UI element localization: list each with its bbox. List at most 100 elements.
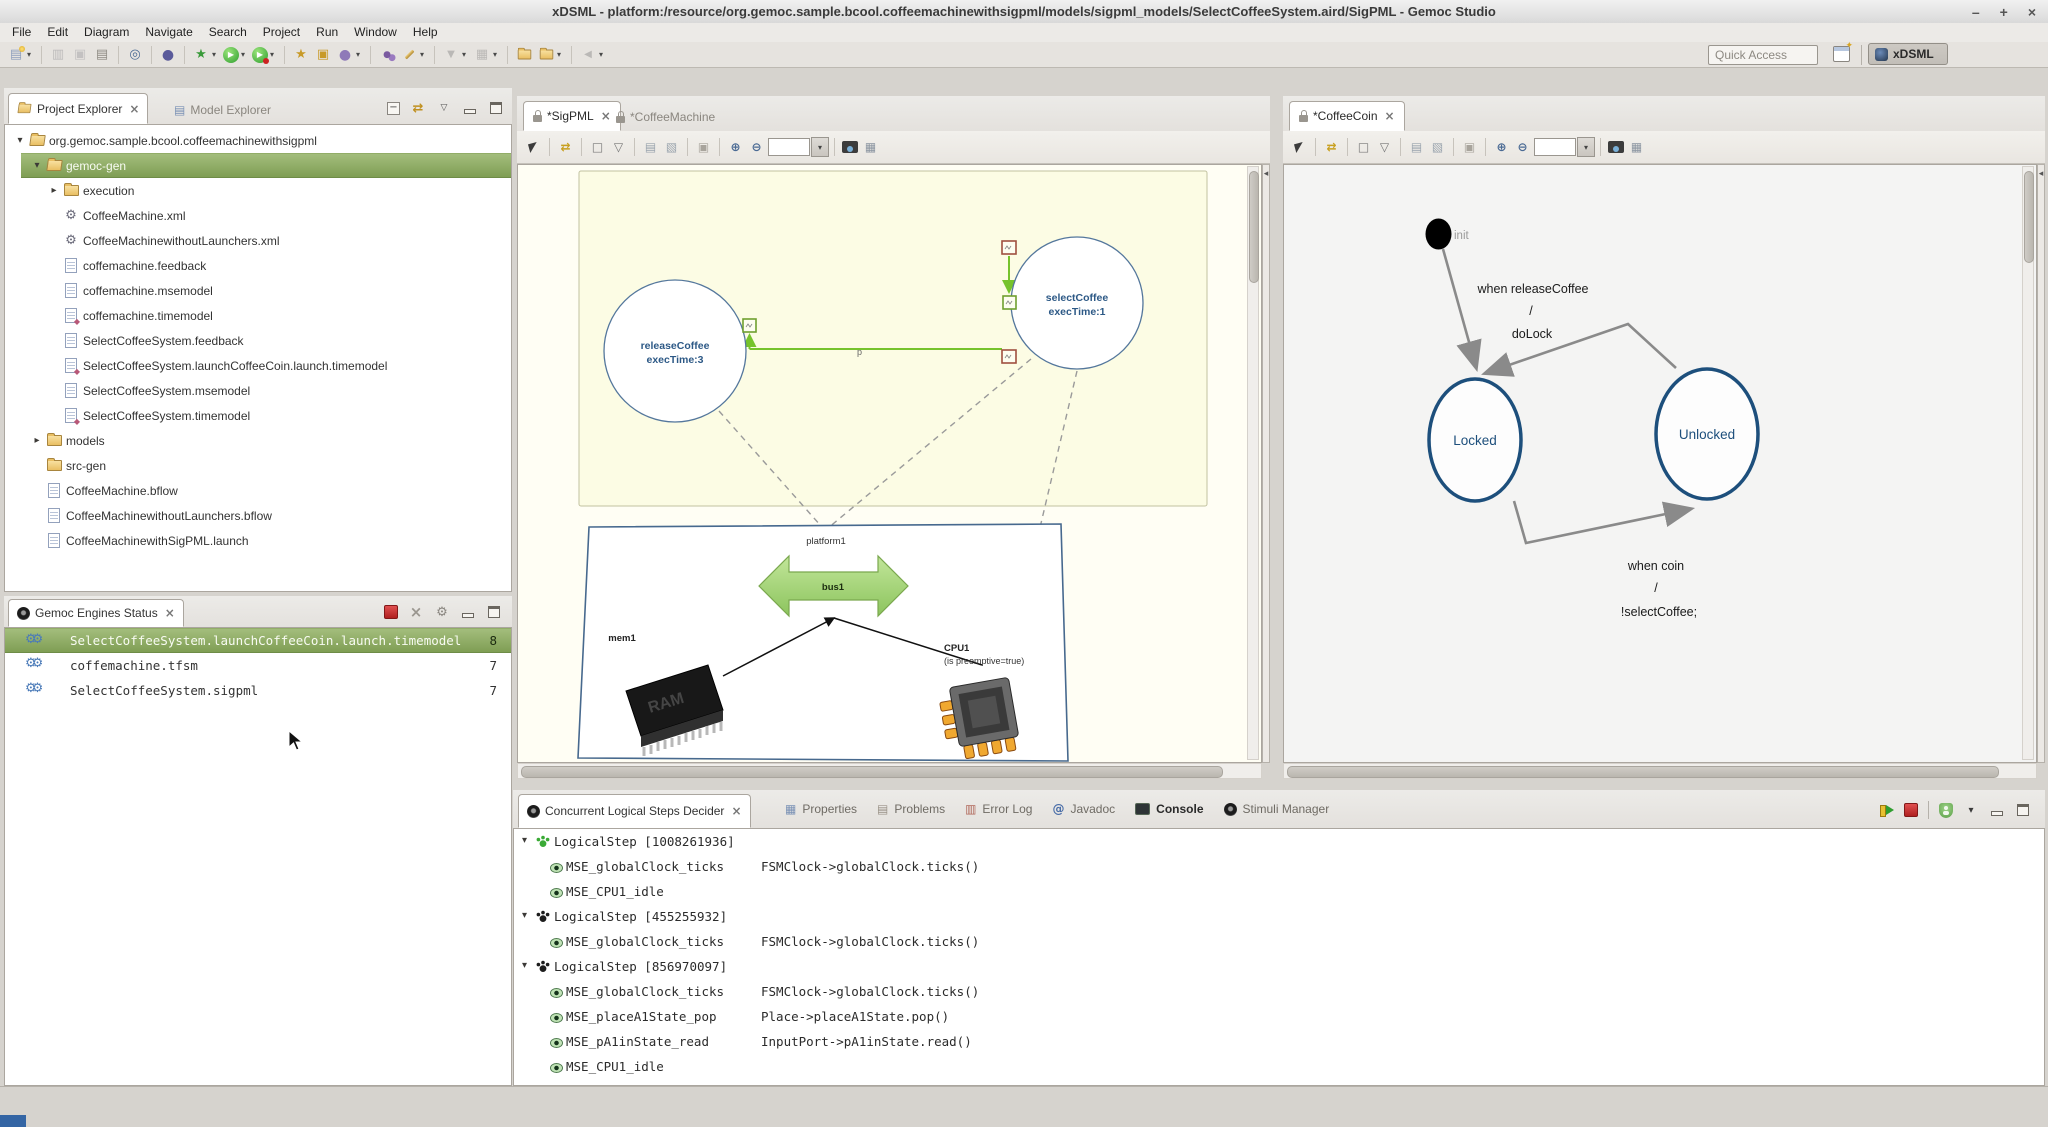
run-icon[interactable] bbox=[223, 47, 239, 63]
tab-concurrent-logical-steps-decider[interactable]: Concurrent Logical Steps Decider bbox=[518, 794, 751, 828]
logical-step-row[interactable]: ▾LogicalStep [856970097] bbox=[514, 955, 2044, 980]
sigpml-vertical-scrollbar[interactable] bbox=[1247, 166, 1259, 760]
minimize-view-icon[interactable] bbox=[1989, 802, 2005, 818]
tab-error-log[interactable]: Error Log bbox=[955, 790, 1042, 828]
tab-coffeecoin[interactable]: *CoffeeCoin bbox=[1289, 101, 1405, 131]
dropdown-caret-icon[interactable]: ▾ bbox=[493, 46, 501, 64]
tree-item[interactable]: SelectCoffeeSystem.feedback bbox=[5, 328, 511, 353]
close-icon[interactable] bbox=[731, 804, 741, 818]
mse-row[interactable]: MSE_globalClock_ticksFSMClock->globalClo… bbox=[514, 930, 2044, 955]
tree-item[interactable]: coffemachine.msemodel bbox=[5, 278, 511, 303]
tab-model-explorer[interactable]: ▤ Model Explorer bbox=[166, 95, 279, 124]
link-with-editor-icon[interactable] bbox=[410, 100, 426, 116]
maximize-view-icon[interactable] bbox=[488, 100, 504, 116]
tree-item[interactable]: models bbox=[5, 428, 511, 453]
export-image-icon[interactable] bbox=[663, 139, 680, 156]
tab-gemoc-engines-status[interactable]: Gemoc Engines Status bbox=[8, 599, 184, 627]
tree-item[interactable]: coffemachine.feedback bbox=[5, 253, 511, 278]
tree-item[interactable]: execution bbox=[5, 178, 511, 203]
expand-arrow-icon[interactable]: ▾ bbox=[522, 960, 527, 971]
step-icon[interactable] bbox=[1878, 802, 1894, 818]
logical-step-row[interactable]: ▾LogicalStep [455255932] bbox=[514, 905, 2044, 930]
tree-item[interactable]: CoffeeMachinewithoutLaunchers.xml bbox=[5, 228, 511, 253]
close-icon[interactable]: × bbox=[2028, 5, 2036, 19]
initial-state[interactable] bbox=[1426, 219, 1452, 250]
minimize-view-icon[interactable] bbox=[462, 100, 478, 116]
dropdown-caret-icon[interactable]: ▾ bbox=[241, 46, 249, 64]
zoom-out-icon[interactable] bbox=[1514, 139, 1531, 156]
menu-run[interactable]: Run bbox=[308, 23, 346, 42]
tree-item[interactable]: CoffeeMachinewithSigPML.launch bbox=[5, 528, 511, 553]
tab-project-explorer[interactable]: Project Explorer bbox=[8, 93, 148, 124]
open-folder-icon[interactable] bbox=[537, 46, 555, 64]
menu-edit[interactable]: Edit bbox=[39, 23, 76, 42]
debug-sphere-icon[interactable] bbox=[159, 46, 177, 64]
zoom-in-icon[interactable] bbox=[1493, 139, 1510, 156]
open-perspective-icon[interactable] bbox=[1833, 46, 1850, 62]
zoom-combo-caret-icon[interactable]: ▾ bbox=[1577, 137, 1595, 157]
tree-item[interactable]: src-gen bbox=[5, 453, 511, 478]
close-icon[interactable] bbox=[129, 102, 139, 116]
select-cursor-icon[interactable] bbox=[525, 139, 542, 156]
tab-properties[interactable]: Properties bbox=[775, 790, 867, 828]
expand-arrow-icon[interactable] bbox=[30, 160, 44, 171]
mse-row[interactable]: MSE_CPU1_idle bbox=[514, 880, 2044, 905]
dropdown-caret-icon[interactable]: ▾ bbox=[27, 46, 35, 64]
close-icon[interactable] bbox=[1385, 109, 1395, 123]
menu-project[interactable]: Project bbox=[255, 23, 308, 42]
debug-icon[interactable] bbox=[252, 47, 268, 63]
expand-arrow-icon[interactable] bbox=[13, 135, 27, 146]
tree-item[interactable]: CoffeeMachine.xml bbox=[5, 203, 511, 228]
dropdown-caret-icon[interactable]: ▾ bbox=[270, 46, 278, 64]
tree-item[interactable]: CoffeeMachine.bflow bbox=[5, 478, 511, 503]
minimize-icon[interactable]: – bbox=[1972, 5, 1980, 19]
tree-item[interactable]: CoffeeMachinewithoutLaunchers.bflow bbox=[5, 503, 511, 528]
collapse-all-icon[interactable] bbox=[387, 102, 400, 115]
dropdown-caret-icon[interactable]: ▾ bbox=[599, 46, 607, 64]
expand-arrow-icon[interactable] bbox=[47, 185, 61, 196]
zoom-out-icon[interactable] bbox=[748, 139, 765, 156]
snapshot-icon[interactable] bbox=[1608, 141, 1624, 153]
refresh-icon[interactable] bbox=[1323, 139, 1340, 156]
zoom-level-combo[interactable] bbox=[1534, 138, 1576, 156]
coffeecoin-canvas[interactable]: init Locked Unlocked when releaseCoffee … bbox=[1283, 164, 2037, 763]
new-folder-icon[interactable] bbox=[515, 46, 533, 64]
snapshot-icon[interactable] bbox=[842, 141, 858, 153]
engine-row[interactable]: SelectCoffeeSystem.launchCoffeeCoin.laun… bbox=[5, 628, 511, 653]
view-menu-icon[interactable] bbox=[436, 100, 452, 116]
palette-collapse-strip[interactable] bbox=[2037, 164, 2045, 763]
dropdown-caret-icon[interactable]: ▾ bbox=[356, 46, 364, 64]
refresh-icon[interactable] bbox=[557, 139, 574, 156]
dropdown-caret-icon[interactable]: ▾ bbox=[212, 46, 220, 64]
decider-shield-icon[interactable] bbox=[1939, 803, 1953, 818]
stop-icon[interactable] bbox=[1904, 803, 1918, 817]
menu-help[interactable]: Help bbox=[405, 23, 446, 42]
tree-item[interactable]: SelectCoffeeSystem.timemodel bbox=[5, 403, 511, 428]
dispose-engine-icon[interactable] bbox=[408, 604, 424, 620]
maximize-view-icon[interactable] bbox=[486, 604, 502, 620]
dispose-all-engines-icon[interactable] bbox=[434, 604, 450, 620]
menu-caret-icon[interactable] bbox=[1963, 802, 1979, 818]
export-diagram-icon[interactable] bbox=[642, 139, 659, 156]
coffeecoin-vertical-scrollbar[interactable] bbox=[2022, 166, 2034, 760]
menu-window[interactable]: Window bbox=[346, 23, 405, 42]
select-cursor-icon[interactable] bbox=[1291, 139, 1308, 156]
expand-arrow-icon[interactable] bbox=[30, 435, 44, 446]
tree-item[interactable]: SelectCoffeeSystem.launchCoffeeCoin.laun… bbox=[5, 353, 511, 378]
expand-arrow-icon[interactable]: ▾ bbox=[522, 835, 527, 846]
dropdown-caret-icon[interactable]: ▾ bbox=[420, 46, 428, 64]
expand-arrow-icon[interactable]: ▾ bbox=[522, 910, 527, 921]
sigpml-canvas[interactable]: releaseCoffee execTime:3 selectCoffee ex… bbox=[517, 164, 1262, 763]
perspective-xdsml-button[interactable]: xDSML bbox=[1868, 43, 1948, 65]
zoom-in-icon[interactable] bbox=[727, 139, 744, 156]
new-wizard-icon[interactable] bbox=[7, 46, 25, 64]
menu-search[interactable]: Search bbox=[201, 23, 255, 42]
mse-row[interactable]: MSE_pA1inState_readInputPort->pA1inState… bbox=[514, 1030, 2044, 1055]
close-icon[interactable] bbox=[165, 606, 175, 620]
mse-row[interactable]: MSE_placeA1State_popPlace->placeA1State.… bbox=[514, 1005, 2044, 1030]
zoom-combo-caret-icon[interactable]: ▾ bbox=[811, 137, 829, 157]
filter-icon[interactable] bbox=[1376, 139, 1393, 156]
mse-row[interactable]: MSE_globalClock_ticksFSMClock->globalClo… bbox=[514, 855, 2044, 880]
paste-layout-icon[interactable] bbox=[695, 139, 712, 156]
tab-problems[interactable]: Problems bbox=[867, 790, 955, 828]
